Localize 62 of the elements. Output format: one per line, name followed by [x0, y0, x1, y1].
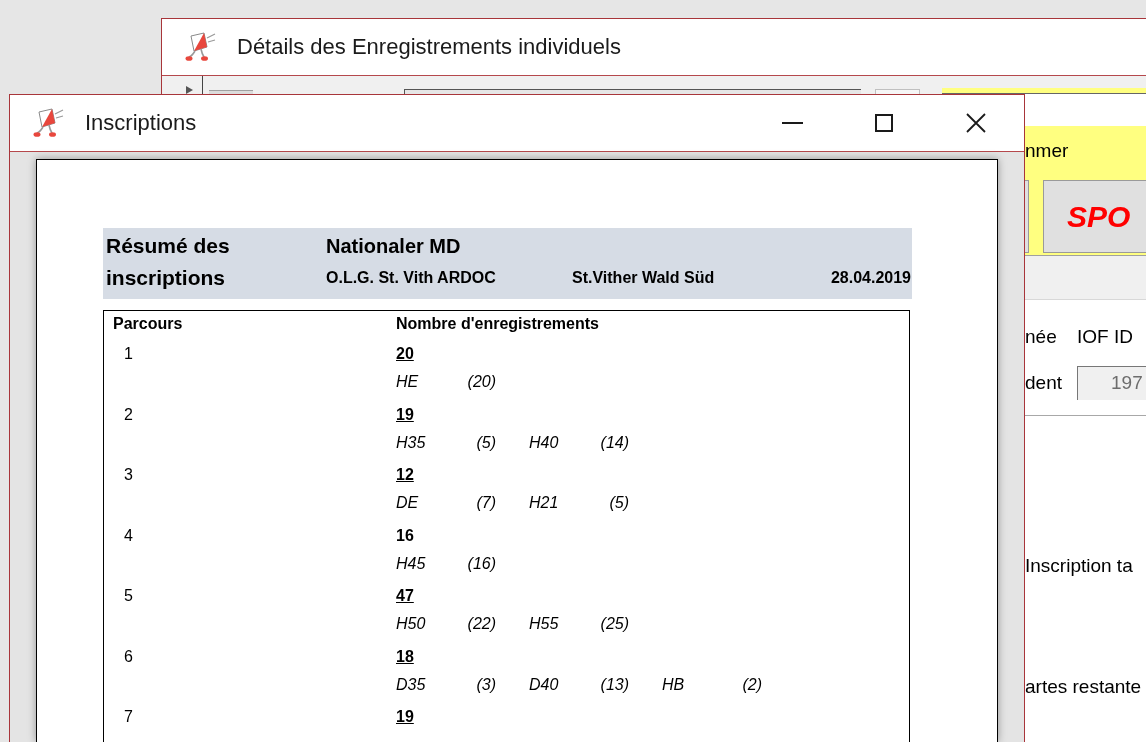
input-field[interactable]: 197 [1077, 366, 1146, 400]
class-name: D40 [529, 674, 559, 695]
class-name: H50 [396, 614, 426, 634]
entry-total: 18 [396, 646, 414, 667]
course-number: 7 [124, 707, 133, 727]
class-count: (14) [600, 432, 629, 453]
class-count: (25) [600, 614, 629, 634]
running-flag-icon [32, 107, 64, 139]
text-field[interactable] [404, 89, 861, 94]
field-label: née [1025, 325, 1058, 349]
event-name: Nationaler MD [326, 234, 461, 259]
entry-total: 20 [396, 344, 414, 364]
class-name: H55 [529, 614, 559, 634]
class-name: HB [662, 674, 685, 695]
class-name: H45 [396, 553, 426, 574]
form-button[interactable]: SPO [1043, 180, 1146, 253]
class-count: (22) [467, 614, 496, 634]
form-label: Inscription ta [1025, 554, 1133, 578]
course-number: 3 [124, 465, 133, 485]
form-button[interactable] [1025, 180, 1029, 253]
class-name: H35 [396, 432, 426, 453]
toolbar-button[interactable] [209, 90, 253, 94]
entry-total: 12 [396, 465, 414, 485]
running-flag-icon [184, 31, 216, 63]
entry-total: 47 [396, 586, 414, 606]
minimize-icon [781, 122, 803, 124]
window-title: Inscriptions [85, 110, 197, 136]
field-label: dent [1025, 371, 1063, 395]
report-title: Résumé des inscriptions [106, 234, 230, 289]
class-name: D35 [396, 674, 426, 695]
course-number: 4 [124, 525, 133, 546]
class-count: (20) [467, 372, 496, 392]
entry-total: 16 [396, 525, 414, 546]
class-count: (5) [476, 432, 496, 453]
course-number: 6 [124, 646, 133, 667]
event-date: 28.04.2019 [830, 268, 911, 288]
maximize-icon [875, 114, 893, 132]
field-label: IOF ID [1077, 325, 1134, 349]
form-label: artes restante [1025, 675, 1142, 699]
class-count: (7) [476, 493, 496, 513]
column-header: Parcours [113, 314, 183, 334]
course-number: 2 [124, 404, 133, 425]
entry-total: 19 [396, 404, 414, 425]
header-label: nmer [1025, 139, 1070, 163]
class-count: (5) [609, 493, 629, 513]
close-icon [966, 113, 986, 133]
class-name: H21 [529, 493, 559, 513]
class-count: (13) [600, 674, 629, 695]
map-name: St.Vither Wald Süd [572, 268, 715, 288]
triangle-icon [186, 86, 193, 94]
window-title: Détails des Enregistrements individuels [237, 34, 621, 60]
entry-total: 19 [396, 707, 414, 727]
course-number: 1 [124, 344, 133, 364]
class-count: (2) [742, 674, 762, 695]
organizer-name: O.L.G. St. Vith ARDOC [326, 268, 496, 288]
class-name: H40 [529, 432, 559, 453]
column-header: Nombre d'enregistrements [396, 314, 599, 334]
course-number: 5 [124, 586, 133, 606]
class-count: (16) [467, 553, 496, 574]
class-count: (3) [476, 674, 496, 695]
class-name: HE [396, 372, 419, 392]
class-name: DE [396, 493, 419, 513]
